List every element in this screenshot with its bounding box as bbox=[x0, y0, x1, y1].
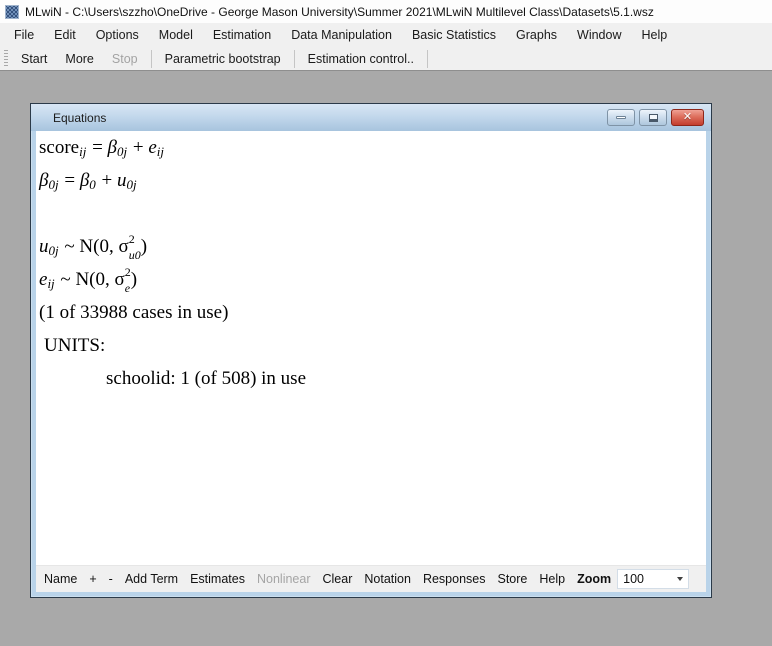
estimation-control-button[interactable]: Estimation control.. bbox=[299, 48, 423, 70]
toolbar-separator bbox=[151, 50, 152, 68]
toolbar-separator bbox=[427, 50, 428, 68]
menu-item-basic-statistics[interactable]: Basic Statistics bbox=[402, 23, 506, 47]
equations-pane: scoreij = β0j + eij β0j = β0 + u0j u0j ~… bbox=[36, 131, 706, 565]
restore-button[interactable] bbox=[639, 109, 667, 126]
store-button[interactable]: Store bbox=[491, 567, 533, 592]
window-title: MLwiN - C:\Users\szzho\OneDrive - George… bbox=[25, 5, 654, 19]
minimize-icon bbox=[616, 116, 626, 119]
menu-item-estimation[interactable]: Estimation bbox=[203, 23, 281, 47]
zoom-combobox[interactable]: 100 bbox=[617, 569, 689, 589]
menu-item-edit[interactable]: Edit bbox=[44, 23, 86, 47]
equations-window-title: Equations bbox=[53, 111, 106, 125]
toolbar-grip[interactable] bbox=[4, 50, 8, 68]
menu-item-file[interactable]: File bbox=[4, 23, 44, 47]
menu-item-help[interactable]: Help bbox=[632, 23, 678, 47]
menu-item-window[interactable]: Window bbox=[567, 23, 631, 47]
parametric-bootstrap-button[interactable]: Parametric bootstrap bbox=[156, 48, 290, 70]
add-term-button[interactable]: Add Term bbox=[119, 567, 184, 592]
menu-item-options[interactable]: Options bbox=[86, 23, 149, 47]
menu-item-model[interactable]: Model bbox=[149, 23, 203, 47]
estimates-button[interactable]: Estimates bbox=[184, 567, 251, 592]
chevron-down-icon bbox=[677, 577, 683, 581]
start-button[interactable]: Start bbox=[12, 48, 56, 70]
toolbar-separator bbox=[294, 50, 295, 68]
equation-line-blank bbox=[36, 197, 706, 230]
mdi-client-area: Equations ✕ scoreij = β0j + eij β0j = β0… bbox=[0, 71, 772, 645]
more-button[interactable]: More bbox=[56, 48, 102, 70]
close-icon: ✕ bbox=[683, 112, 692, 123]
equations-bottom-toolbar: Name + - Add Term Estimates Nonlinear Cl… bbox=[36, 565, 706, 592]
menu-item-graphs[interactable]: Graphs bbox=[506, 23, 567, 47]
cases-in-use-line: (1 of 33988 cases in use) bbox=[36, 296, 706, 329]
menubar: File Edit Options Model Estimation Data … bbox=[0, 23, 772, 47]
clear-button[interactable]: Clear bbox=[317, 567, 359, 592]
units-label: UNITS: bbox=[36, 329, 706, 362]
add-plus-button[interactable]: + bbox=[83, 567, 102, 592]
zoom-label: Zoom bbox=[571, 567, 615, 592]
nonlinear-button: Nonlinear bbox=[251, 567, 317, 592]
equations-titlebar[interactable]: Equations ✕ bbox=[31, 104, 711, 131]
zoom-value: 100 bbox=[623, 572, 677, 586]
equation-line-intercept[interactable]: β0j = β0 + u0j bbox=[36, 164, 706, 197]
stop-button: Stop bbox=[103, 48, 147, 70]
restore-icon bbox=[649, 114, 658, 122]
help-button[interactable]: Help bbox=[533, 567, 571, 592]
equations-window: Equations ✕ scoreij = β0j + eij β0j = β0… bbox=[30, 103, 712, 598]
name-button[interactable]: Name bbox=[38, 567, 83, 592]
equation-line-e-distribution[interactable]: eij ~ N(0, σ2e) bbox=[36, 263, 706, 296]
units-detail: schoolid: 1 (of 508) in use bbox=[36, 362, 706, 395]
responses-button[interactable]: Responses bbox=[417, 567, 492, 592]
equation-line-response[interactable]: scoreij = β0j + eij bbox=[36, 131, 706, 164]
close-button[interactable]: ✕ bbox=[671, 109, 704, 126]
mlwin-app-icon bbox=[5, 5, 19, 19]
minimize-button[interactable] bbox=[607, 109, 635, 126]
remove-minus-button[interactable]: - bbox=[103, 567, 119, 592]
mlwin-application-window: MLwiN - C:\Users\szzho\OneDrive - George… bbox=[0, 0, 772, 646]
equation-line-u-distribution[interactable]: u0j ~ N(0, σ2u0) bbox=[36, 230, 706, 263]
notation-button[interactable]: Notation bbox=[358, 567, 417, 592]
estimation-toolbar: Start More Stop Parametric bootstrap Est… bbox=[0, 47, 772, 71]
app-titlebar[interactable]: MLwiN - C:\Users\szzho\OneDrive - George… bbox=[0, 0, 772, 23]
window-controls: ✕ bbox=[607, 109, 704, 126]
menu-item-data-manipulation[interactable]: Data Manipulation bbox=[281, 23, 402, 47]
